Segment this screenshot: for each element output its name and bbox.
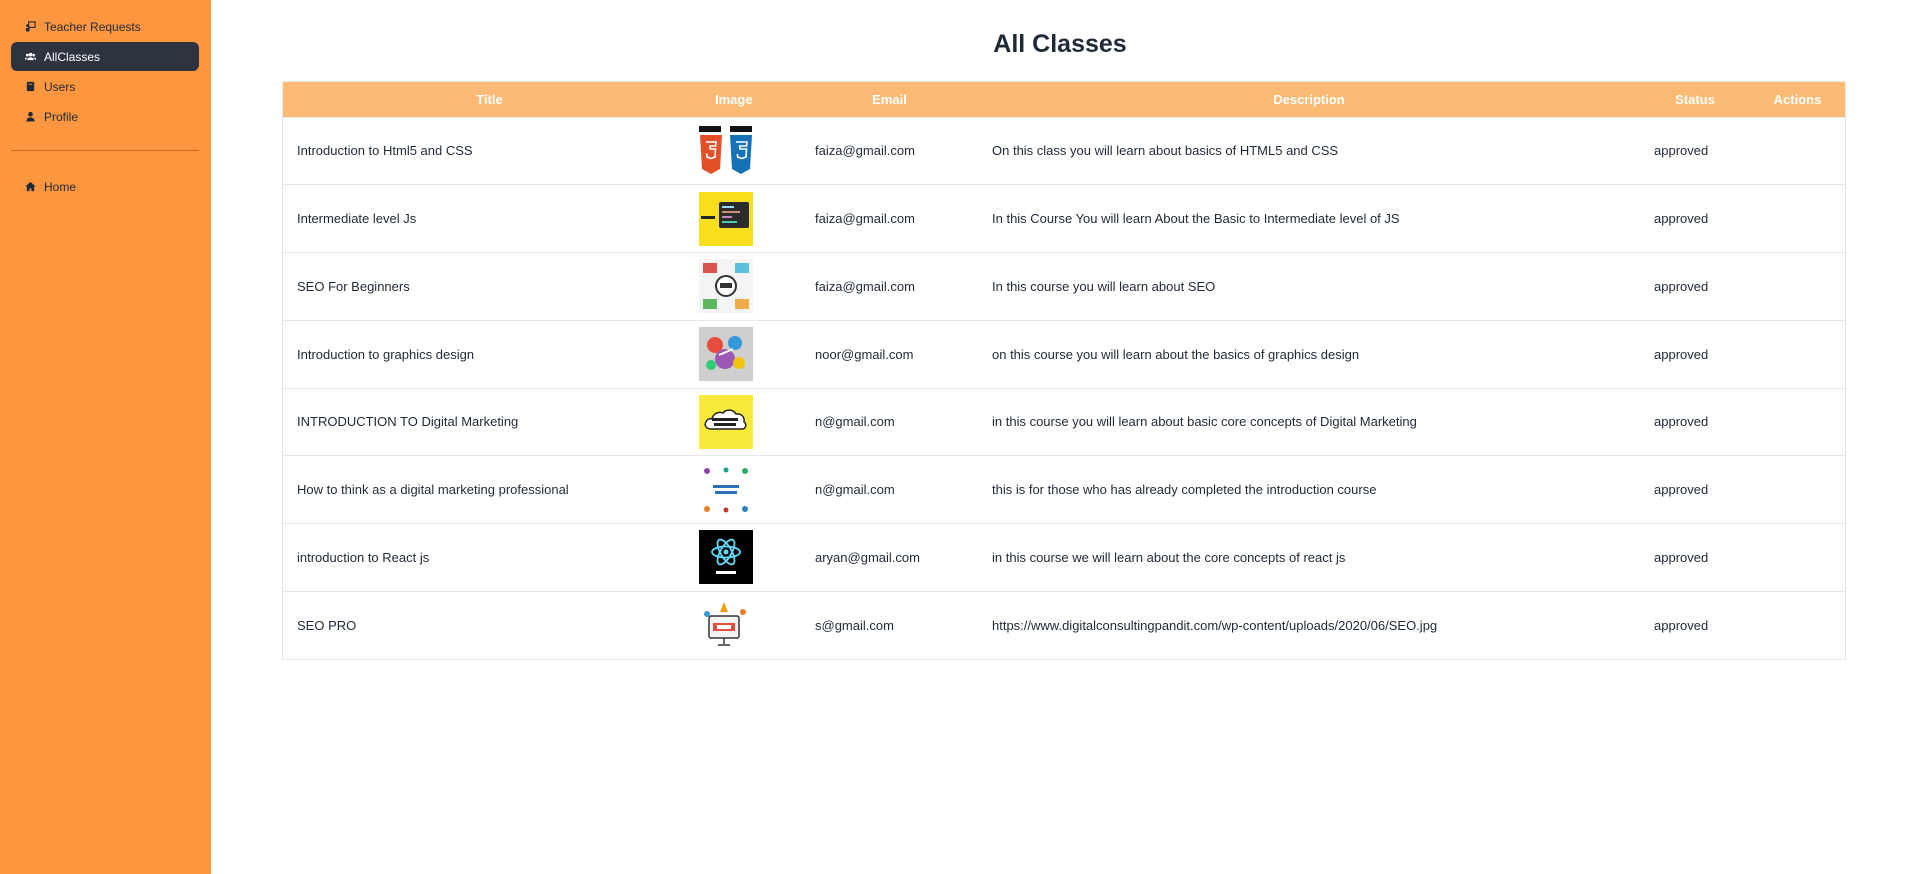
graphics-design-thumbnail — [699, 327, 753, 382]
home-icon — [25, 181, 36, 192]
column-header-status: Status — [1675, 91, 1715, 107]
sidebar-item-label: AllClasses — [44, 49, 101, 64]
email-cell: s@gmail.com — [815, 617, 894, 633]
status-cell: approved — [1654, 482, 1709, 498]
digital-marketing-icons-thumbnail — [699, 462, 753, 517]
sidebar-item-allclasses[interactable]: AllClasses — [11, 42, 199, 71]
sidebar-item-label: Profile — [44, 109, 79, 124]
class-title-cell: How to think as a digital marketing prof… — [297, 482, 569, 498]
email-cell: n@gmail.com — [815, 482, 895, 498]
status-cell: approved — [1654, 414, 1709, 430]
actions-cell — [1750, 591, 1845, 659]
column-header-actions: Actions — [1773, 91, 1822, 107]
description-cell: In this Course You will learn About the … — [992, 211, 1400, 227]
class-title-cell: Introduction to Html5 and CSS — [297, 143, 473, 159]
table-row: SEO For Beginners faiza@gmail.com In thi… — [283, 252, 1845, 321]
seo-graphic-thumbnail — [699, 259, 753, 314]
table-row: How to think as a digital marketing prof… — [283, 455, 1845, 524]
react-js-logo-thumbnail — [699, 530, 753, 585]
column-header-email: Email — [872, 91, 907, 107]
table-row: introduction to React js aryan@gmail.com… — [283, 523, 1845, 592]
status-cell: approved — [1654, 143, 1709, 159]
table-row: Introduction to Html5 and CSS faiza@gmai… — [283, 117, 1845, 185]
table-header-row: Title Image Email Description Status Act… — [283, 82, 1845, 117]
status-cell: approved — [1654, 617, 1709, 633]
actions-cell — [1750, 320, 1845, 388]
javascript-code-thumbnail — [699, 191, 753, 246]
sidebar-item-home[interactable]: Home — [11, 172, 199, 201]
table-row: Intermediate level Js faiza@gmail.com In… — [283, 184, 1845, 253]
actions-cell — [1750, 253, 1845, 321]
email-cell: faiza@gmail.com — [815, 278, 915, 294]
sidebar-item-label: Teacher Requests — [44, 19, 141, 34]
main-content: All Classes Title Image Email Descriptio… — [211, 0, 1909, 874]
digital-marketing-cloud-thumbnail — [699, 394, 753, 449]
class-title-cell: SEO For Beginners — [297, 278, 410, 294]
seo-pro-thumbnail — [699, 598, 753, 653]
class-title-cell: SEO PRO — [297, 617, 357, 633]
email-cell: aryan@gmail.com — [815, 549, 920, 565]
sidebar-divider — [11, 150, 199, 151]
class-title-cell: Intermediate level Js — [297, 211, 417, 227]
status-cell: approved — [1654, 211, 1709, 227]
actions-cell — [1750, 117, 1845, 185]
sidebar: Teacher Requests AllClasses Users Profil… — [0, 0, 211, 874]
actions-cell — [1750, 388, 1845, 456]
sidebar-item-teacher-requests[interactable]: Teacher Requests — [11, 12, 199, 41]
actions-cell — [1750, 456, 1845, 524]
book-icon — [25, 81, 36, 92]
column-header-description: Description — [1273, 91, 1345, 107]
table-row: INTRODUCTION TO Digital Marketing n@gmai… — [283, 388, 1845, 456]
classes-table-container: Title Image Email Description Status Act… — [282, 81, 1846, 660]
column-header-title: Title — [476, 91, 503, 107]
email-cell: n@gmail.com — [815, 414, 895, 430]
sidebar-item-profile[interactable]: Profile — [11, 102, 199, 131]
status-cell: approved — [1654, 278, 1709, 294]
column-header-image: Image — [715, 91, 753, 107]
sidebar-item-label: Users — [44, 79, 76, 94]
email-cell: faiza@gmail.com — [815, 211, 915, 227]
class-title-cell: INTRODUCTION TO Digital Marketing — [297, 414, 519, 430]
email-cell: faiza@gmail.com — [815, 143, 915, 159]
description-cell: in this course we will learn about the c… — [992, 549, 1346, 565]
html5-css3-logo-thumbnail — [699, 123, 753, 178]
actions-cell — [1750, 524, 1845, 592]
class-title-cell: introduction to React js — [297, 549, 430, 565]
description-cell: in this course you will learn about basi… — [992, 414, 1417, 430]
classes-table: Title Image Email Description Status Act… — [283, 82, 1845, 659]
description-cell: this is for those who has already comple… — [992, 482, 1377, 498]
user-icon — [25, 111, 36, 122]
class-title-cell: Introduction to graphics design — [297, 346, 475, 362]
description-cell: on this course you will learn about the … — [992, 346, 1360, 362]
status-cell: approved — [1654, 549, 1709, 565]
description-cell: On this class you will learn about basic… — [992, 143, 1339, 159]
table-row: SEO PRO s@gmail.com https://www.digitalc… — [283, 591, 1845, 659]
table-row: Introduction to graphics design noor@gma… — [283, 320, 1845, 388]
chalkboard-teacher-icon — [25, 21, 36, 32]
status-cell: approved — [1654, 346, 1709, 362]
email-cell: noor@gmail.com — [815, 346, 914, 362]
sidebar-item-label: Home — [44, 179, 77, 194]
users-icon — [25, 51, 36, 62]
page-title: All Classes — [993, 30, 1127, 58]
actions-cell — [1750, 185, 1845, 253]
description-cell: In this course you will learn about SEO — [992, 278, 1216, 294]
description-cell: https://www.digitalconsultingpandit.com/… — [992, 617, 1438, 633]
sidebar-item-users[interactable]: Users — [11, 72, 199, 101]
